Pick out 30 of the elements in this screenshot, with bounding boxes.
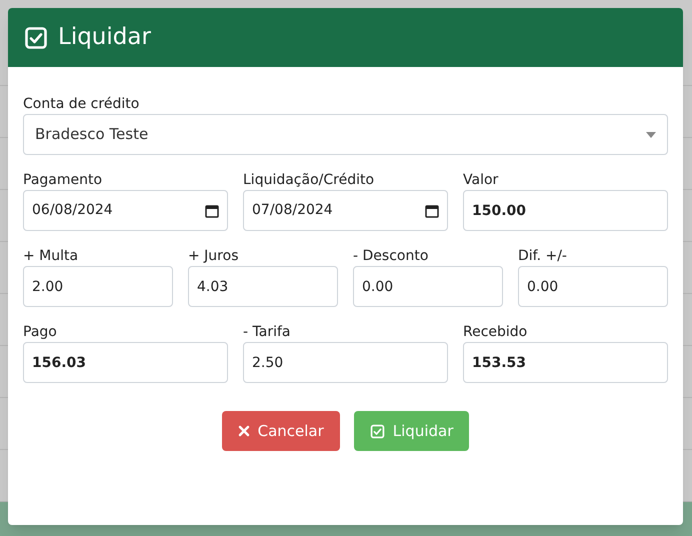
date-field[interactable]: 07/08/2024 <box>243 190 448 231</box>
input-field[interactable]: 150.00 <box>463 190 668 231</box>
field-label: + Multa <box>23 247 80 265</box>
input-field[interactable]: 156.03 <box>23 342 228 383</box>
input-field[interactable]: 2.00 <box>23 266 173 307</box>
field-label: Pago <box>23 323 58 341</box>
calendar-icon <box>205 204 219 218</box>
calendar-icon <box>425 204 439 218</box>
field-label: Recebido <box>463 323 528 341</box>
input-field[interactable]: 0.00 <box>353 266 503 307</box>
input-field[interactable]: 0.00 <box>518 266 668 307</box>
field-label: Conta de crédito <box>23 95 140 113</box>
close-icon <box>238 425 250 437</box>
field-label: - Tarifa <box>243 323 292 341</box>
field-label: Dif. +/- <box>518 247 568 265</box>
checkbox-icon <box>24 26 48 50</box>
dialog-title: Liquidar <box>58 23 151 52</box>
caret-icon <box>646 132 656 138</box>
cancel-button[interactable]: Cancelar <box>222 411 340 451</box>
field-label: + Juros <box>188 247 240 265</box>
checkbox-icon <box>370 424 385 438</box>
account-select[interactable]: Bradesco Teste <box>23 114 668 155</box>
input-field[interactable]: 4.03 <box>188 266 338 307</box>
field-label: Liquidação/Crédito <box>243 171 376 189</box>
field-label: Pagamento <box>23 171 104 189</box>
date-field[interactable]: 06/08/2024 <box>23 190 228 231</box>
input-field[interactable]: 153.53 <box>463 342 668 383</box>
field-label: Valor <box>463 171 500 189</box>
input-field[interactable]: 2.50 <box>243 342 448 383</box>
field-label: - Desconto <box>353 247 430 265</box>
